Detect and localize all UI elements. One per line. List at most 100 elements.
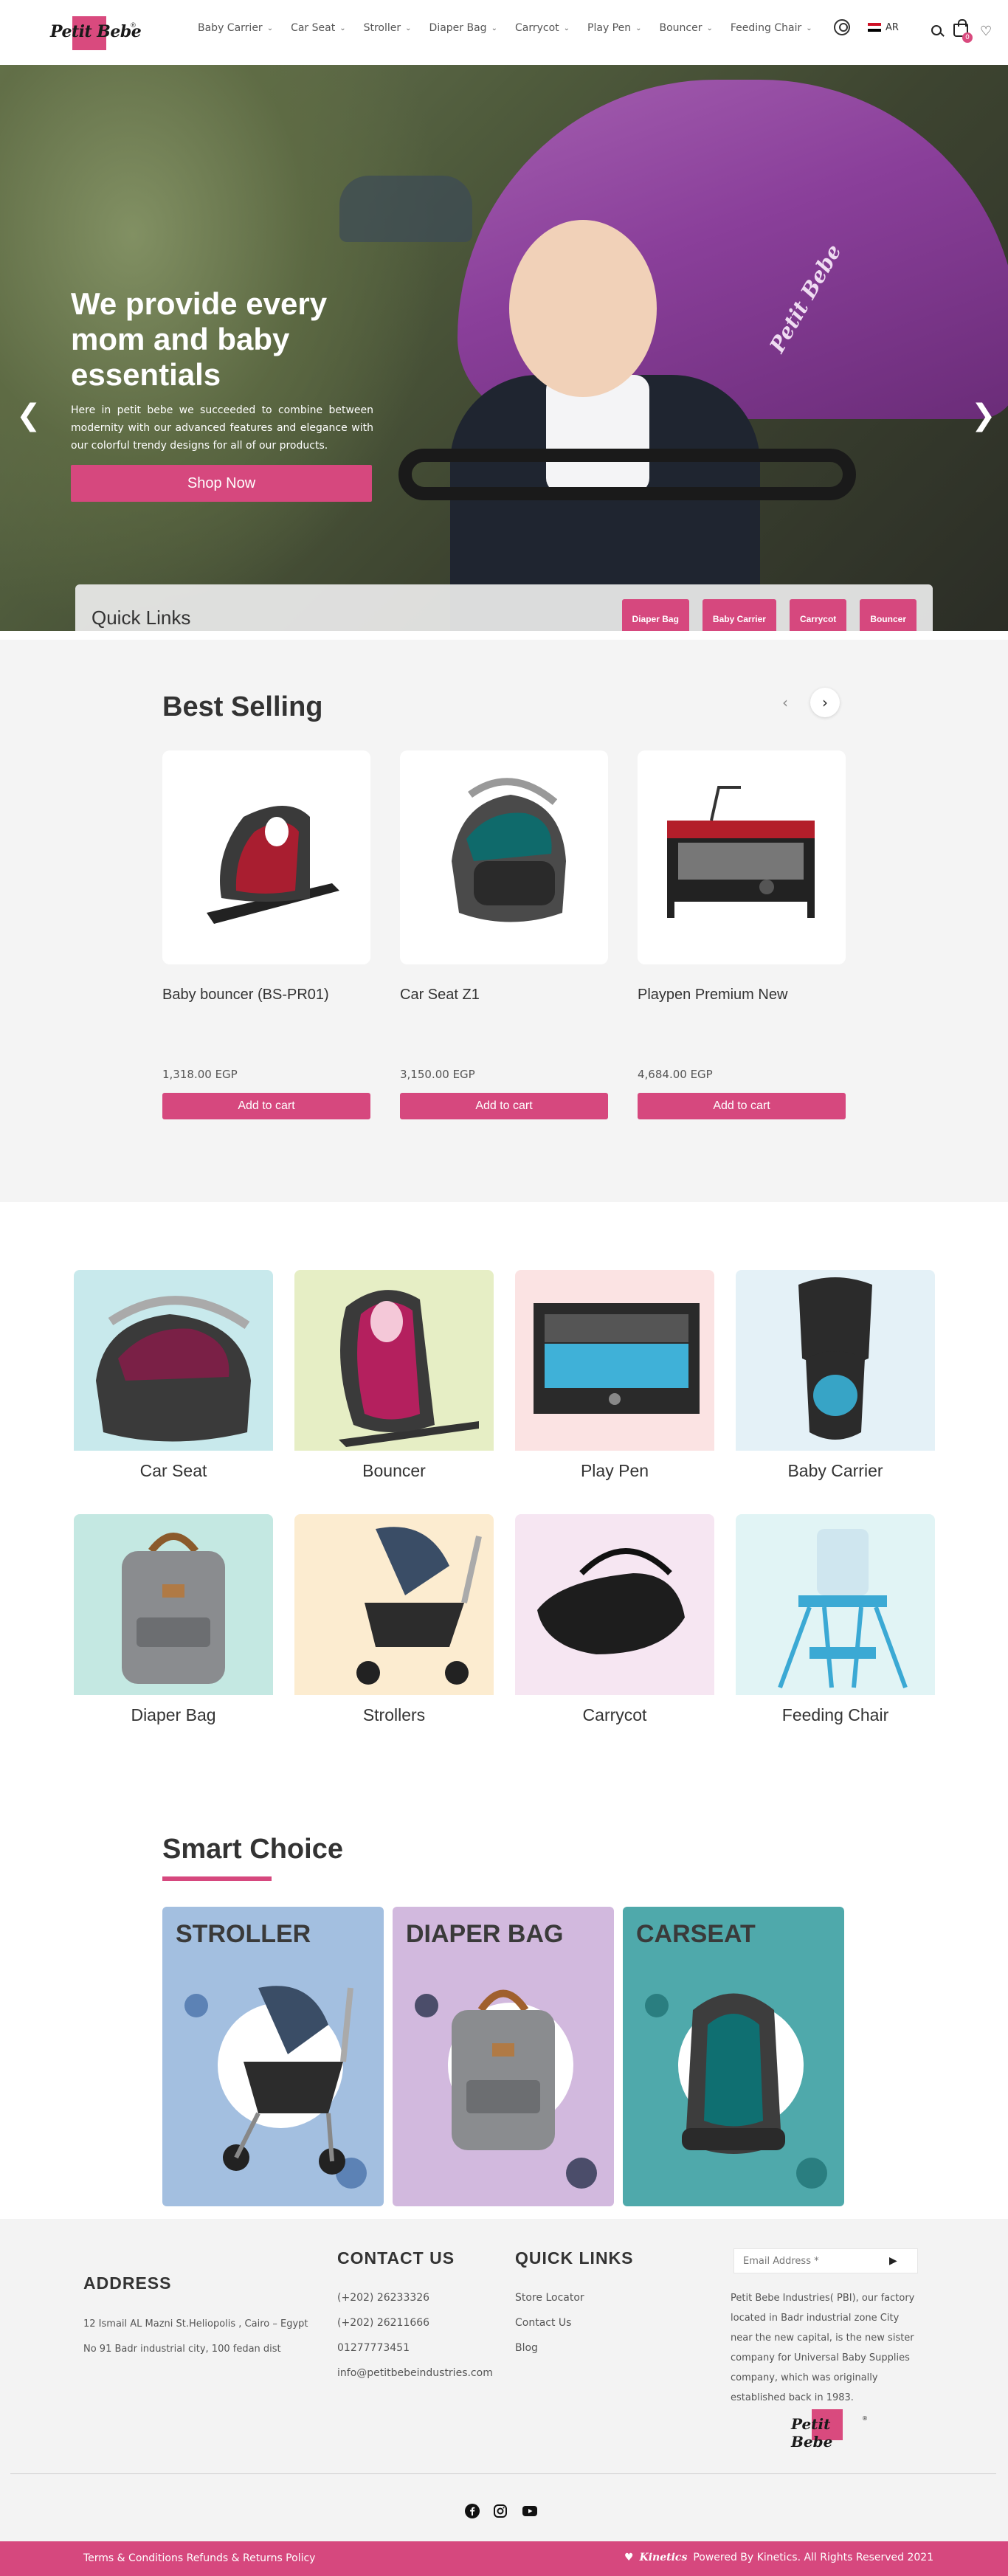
nav-item-diaper-bag[interactable]: Diaper Bag ⌄ (429, 22, 497, 34)
slider-prev-icon[interactable]: ❮ (16, 398, 41, 432)
email-field[interactable] (734, 2255, 889, 2267)
footer-address-title: ADDRESS (83, 2273, 172, 2293)
quick-link-carrycot[interactable]: Carrycot (789, 599, 847, 631)
slider-next-icon[interactable]: ❯ (971, 398, 996, 432)
contact-phone-1[interactable]: (+202) 26233326 (337, 2285, 493, 2310)
flag-icon (868, 23, 881, 32)
category-image (736, 1514, 935, 1695)
quick-links-title: Quick Links (92, 607, 191, 629)
main-nav: Baby Carrier ⌄ Car Seat ⌄ Stroller ⌄ Diaper… (198, 22, 830, 34)
add-to-cart-button[interactable]: Add to cart (638, 1093, 846, 1119)
quick-link-diaper-bag[interactable]: Diaper Bag (621, 599, 689, 631)
category-baby-carrier[interactable]: Baby Carrier (736, 1270, 935, 1481)
hero-title: We provide every mom and baby essentials (71, 286, 328, 392)
category-bouncer[interactable]: Bouncer (294, 1270, 494, 1481)
shop-now-button[interactable]: Shop Now (71, 465, 372, 502)
hero-background-car (339, 176, 472, 242)
category-image (294, 1270, 494, 1451)
smart-choice-stroller[interactable]: STROLLER (162, 1907, 384, 2206)
address-line: No 91 Badr industrial city, 100 fedan di… (83, 2344, 281, 2355)
footer-link-blog[interactable]: Blog (515, 2335, 584, 2361)
category-label: Strollers (362, 1705, 426, 1724)
nav-item-carrycot[interactable]: Carrycot ⌄ (515, 22, 570, 34)
cart-count-badge: 0 (962, 32, 973, 43)
nav-label: Baby Carrier (198, 22, 263, 34)
category-diaper-bag[interactable]: Diaper Bag (74, 1514, 273, 1725)
category-carrycot[interactable]: Carrycot (515, 1514, 714, 1725)
product-name[interactable]: Playpen Premium New (638, 987, 846, 1068)
footer-link-store-locator[interactable]: Store Locator (515, 2285, 584, 2310)
site-header: Petit Bebe ® Baby Carrier ⌄ Car Seat ⌄ Str… (0, 0, 1008, 65)
user-icon[interactable] (834, 19, 850, 35)
heart-icon: ♥ (624, 2552, 634, 2563)
terms-refunds-links[interactable]: Terms & Conditions Refunds & Returns Pol… (83, 2552, 315, 2564)
nav-item-feeding-chair[interactable]: Feeding Chair ⌄ (731, 22, 812, 34)
quick-links-buttons: Diaper Bag Baby Carrier Carrycot Bouncer (621, 599, 916, 631)
site-logo[interactable]: Petit Bebe ® (47, 13, 143, 52)
copyright-text: Powered By Kinetics. All Rights Reserved… (693, 2552, 934, 2563)
product-name[interactable]: Car Seat Z1 (400, 987, 608, 1068)
smart-choice-diaper-bag[interactable]: DIAPER BAG (393, 1907, 614, 2206)
nav-label: Stroller (363, 22, 401, 34)
category-feeding-chair[interactable]: Feeding Chair (736, 1514, 935, 1725)
product-image-bouncer[interactable] (162, 750, 370, 964)
nav-label: Car Seat (291, 22, 336, 34)
quick-link-bouncer[interactable]: Bouncer (860, 599, 916, 631)
product-name[interactable]: Baby bouncer (BS-PR01) (162, 987, 370, 1068)
product-price: 1,318.00 EGP (162, 1068, 238, 1081)
chevron-down-icon: ⌄ (491, 24, 497, 32)
logo-text: Petit Bebe (50, 22, 142, 41)
search-icon[interactable] (931, 25, 942, 35)
chevron-down-icon: ⌄ (563, 24, 570, 32)
add-to-cart-button[interactable]: Add to cart (400, 1093, 608, 1119)
bouncer-illustration (339, 1290, 479, 1447)
category-strollers[interactable]: Strollers (294, 1514, 494, 1725)
stroller-illustration (223, 1986, 353, 2175)
diaper-bag-illustration (452, 1989, 555, 2150)
product-image-playpen[interactable] (638, 750, 846, 964)
feeding-chair-illustration (778, 1529, 908, 1689)
instagram-icon[interactable] (493, 2504, 508, 2518)
category-play-pen[interactable]: Play Pen (515, 1270, 714, 1481)
chevron-down-icon: ⌄ (806, 24, 812, 32)
facebook-icon[interactable] (465, 2504, 480, 2518)
heart-icon[interactable]: ♡ (980, 24, 992, 39)
footer-divider (10, 2473, 996, 2474)
category-label: Car Seat (139, 1461, 207, 1480)
playpen-illustration (667, 786, 815, 918)
header-icons: AR (834, 19, 899, 35)
language-switch[interactable]: AR (868, 22, 899, 33)
contact-phone-2[interactable]: (+202) 26211666 (337, 2310, 493, 2335)
contact-email[interactable]: info@petitbebeindustries.com (337, 2361, 493, 2386)
best-selling-prev-button[interactable]: ‹ (770, 688, 800, 717)
smart-choice-carseat[interactable]: CARSEAT (623, 1907, 844, 2206)
nav-item-play-pen[interactable]: Play Pen ⌄ (587, 22, 641, 34)
nav-item-baby-carrier[interactable]: Baby Carrier ⌄ (198, 22, 273, 34)
footer-logo[interactable]: Petit Bebe ® (790, 2408, 871, 2451)
product-image-car-seat[interactable] (400, 750, 608, 964)
best-selling-next-button[interactable]: › (810, 688, 840, 717)
baby-carrier-illustration (798, 1277, 872, 1440)
contact-mobile[interactable]: 01277773451 (337, 2335, 493, 2361)
category-image (515, 1270, 714, 1451)
nav-item-stroller[interactable]: Stroller ⌄ (364, 22, 412, 34)
category-car-seat[interactable]: Car Seat (74, 1270, 273, 1481)
product-card: Baby bouncer (BS-PR01) 1,318.00 EGP Add … (162, 750, 370, 1119)
quick-link-baby-carrier[interactable]: Baby Carrier (702, 599, 776, 631)
footer-quick-links: Store Locator Contact Us Blog (515, 2285, 584, 2361)
nav-item-bouncer[interactable]: Bouncer ⌄ (660, 22, 713, 34)
send-icon[interactable]: ▶ (889, 2255, 897, 2267)
chevron-down-icon: ⌄ (635, 24, 642, 32)
car-seat-illustration (96, 1296, 251, 1442)
nav-item-car-seat[interactable]: Car Seat ⌄ (291, 22, 346, 34)
chevron-down-icon: ⌄ (706, 24, 713, 32)
footer-contact-title: CONTACT US (337, 2248, 455, 2268)
category-image (515, 1514, 714, 1695)
footer-link-contact-us[interactable]: Contact Us (515, 2310, 584, 2335)
hero-description: Here in petit bebe we succeeded to combi… (71, 404, 373, 452)
add-to-cart-button[interactable]: Add to cart (162, 1093, 370, 1119)
chevron-down-icon: ⌄ (339, 24, 346, 32)
youtube-icon[interactable] (521, 2504, 539, 2518)
kinetics-logo[interactable]: Kinetics (640, 2552, 688, 2563)
logo-reg-mark: ® (862, 2415, 868, 2422)
